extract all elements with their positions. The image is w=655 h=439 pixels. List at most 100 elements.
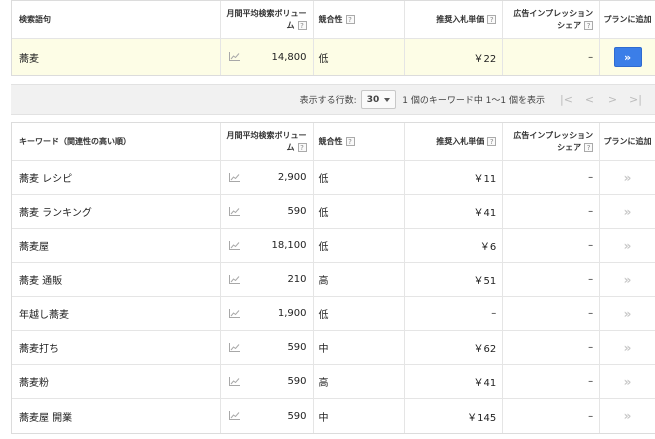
header-competition[interactable]: 競合性? xyxy=(314,1,406,38)
trend-chart-icon[interactable] xyxy=(228,52,240,61)
help-icon[interactable]: ? xyxy=(297,142,307,152)
help-icon[interactable]: ? xyxy=(487,137,497,146)
volume-cell: 590 xyxy=(221,365,314,398)
trend-chart-icon[interactable] xyxy=(228,342,240,352)
trend-chart-icon[interactable] xyxy=(228,274,240,284)
table-row: 年越し蕎麦 1,900 低 – – » xyxy=(12,297,655,331)
help-icon[interactable]: ? xyxy=(345,137,355,146)
bid-cell: – xyxy=(405,297,504,330)
keyword-cell: 蕎麦屋 開業 xyxy=(12,399,221,433)
header-volume[interactable]: 月間平均検索ボリューム? xyxy=(221,1,314,38)
keyword-cell: 蕎麦 xyxy=(12,39,221,75)
keyword-cell: 蕎麦 通販 xyxy=(12,263,221,296)
header-bid[interactable]: 推奨入札単価? xyxy=(405,123,504,160)
add-to-plan-button[interactable]: » xyxy=(600,399,655,433)
volume-cell: 210 xyxy=(221,263,314,296)
header-add-to-plan: プランに追加 xyxy=(603,137,652,146)
trend-chart-icon[interactable] xyxy=(228,240,240,250)
keyword-cell: 蕎麦打ち xyxy=(12,331,221,364)
pagination-summary: 1 個のキーワード中 1〜1 個を表示 xyxy=(402,96,545,106)
keyword-cell: 年越し蕎麦 xyxy=(12,297,221,330)
volume-cell: 14,800 xyxy=(221,39,314,75)
competition-cell: 低 xyxy=(314,195,406,228)
double-chevron-right-icon: » xyxy=(623,50,632,64)
help-icon[interactable]: ? xyxy=(487,15,497,24)
bid-cell: ￥51 xyxy=(405,263,504,296)
table-row: 蕎麦屋 18,100 低 ￥6 – » xyxy=(12,229,655,263)
add-to-plan-button[interactable]: » xyxy=(600,263,655,296)
table-row: 蕎麦打ち 590 中 ￥62 – » xyxy=(12,331,655,365)
keyword-cell: 蕎麦 ランキング xyxy=(12,195,221,228)
competition-cell: 低 xyxy=(314,297,406,330)
header-add-to-plan: プランに追加 xyxy=(603,15,652,24)
double-chevron-right-icon: » xyxy=(623,238,632,253)
ideas-table-header: キーワード（関連性の高い順） 月間平均検索ボリューム? 競合性? 推奨入札単価?… xyxy=(12,123,655,161)
double-chevron-right-icon: » xyxy=(623,170,632,185)
add-to-plan-button[interactable]: » xyxy=(600,365,655,398)
header-impression-share[interactable]: 広告インプレッション シェア? xyxy=(503,1,601,38)
prev-page-button[interactable]: < xyxy=(578,90,601,109)
double-chevron-right-icon: » xyxy=(623,409,632,423)
keyword-cell: 蕎麦粉 xyxy=(12,365,221,398)
bid-cell: ￥41 xyxy=(405,365,504,398)
help-icon[interactable]: ? xyxy=(297,20,307,30)
competition-cell: 低 xyxy=(314,39,406,75)
share-cell: – xyxy=(503,399,601,433)
help-icon[interactable]: ? xyxy=(584,142,594,152)
volume-cell: 590 xyxy=(221,195,314,228)
share-cell: – xyxy=(503,195,601,228)
competition-cell: 低 xyxy=(314,161,406,194)
trend-chart-icon[interactable] xyxy=(228,206,240,216)
keyword-cell: 蕎麦屋 xyxy=(12,229,221,262)
trend-chart-icon[interactable] xyxy=(228,411,240,420)
volume-cell: 1,900 xyxy=(221,297,314,330)
double-chevron-right-icon: » xyxy=(623,340,632,355)
add-cell: » xyxy=(600,39,655,75)
first-page-button[interactable]: |< xyxy=(555,90,578,109)
volume-cell: 18,100 xyxy=(221,229,314,262)
bid-cell: ￥22 xyxy=(405,39,504,75)
add-to-plan-button[interactable]: » xyxy=(613,47,642,67)
header-competition[interactable]: 競合性? xyxy=(314,123,406,160)
competition-cell: 中 xyxy=(314,331,406,364)
header-query-keyword: 検索語句 xyxy=(12,1,221,38)
share-cell: – xyxy=(503,263,601,296)
double-chevron-right-icon: » xyxy=(623,272,632,287)
trend-chart-icon[interactable] xyxy=(228,376,240,386)
volume-cell: 590 xyxy=(221,331,314,364)
double-chevron-right-icon: » xyxy=(623,374,632,389)
add-to-plan-button[interactable]: » xyxy=(600,161,655,194)
competition-cell: 高 xyxy=(314,263,406,296)
table-row: 蕎麦 レシピ 2,900 低 ￥11 – » xyxy=(12,161,655,195)
rows-per-page-label: 表示する行数: xyxy=(299,96,357,106)
trend-chart-icon[interactable] xyxy=(228,308,240,318)
bid-cell: ￥6 xyxy=(405,229,504,262)
competition-cell: 高 xyxy=(314,365,406,398)
last-page-button[interactable]: >| xyxy=(624,90,647,109)
share-cell: – xyxy=(503,331,601,364)
volume-cell: 2,900 xyxy=(221,161,314,194)
add-to-plan-button[interactable]: » xyxy=(600,297,655,330)
rows-per-page-select[interactable]: 30 xyxy=(360,90,397,109)
caret-down-icon xyxy=(384,97,391,102)
help-icon[interactable]: ? xyxy=(584,20,594,30)
header-volume[interactable]: 月間平均検索ボリューム? xyxy=(221,123,314,160)
table-row: 蕎麦屋 開業 590 中 ￥145 – » xyxy=(12,399,655,433)
trend-chart-icon[interactable] xyxy=(228,172,240,182)
header-impression-share[interactable]: 広告インプレッション シェア? xyxy=(503,123,601,160)
share-cell: – xyxy=(503,297,601,330)
keyword-ideas-table: キーワード（関連性の高い順） 月間平均検索ボリューム? 競合性? 推奨入札単価?… xyxy=(11,122,655,434)
next-page-button[interactable]: > xyxy=(601,90,624,109)
add-to-plan-button[interactable]: » xyxy=(600,195,655,228)
header-ideas-keyword[interactable]: キーワード（関連性の高い順） xyxy=(12,123,221,160)
add-to-plan-button[interactable]: » xyxy=(600,229,655,262)
header-bid[interactable]: 推奨入札単価? xyxy=(405,1,504,38)
volume-cell: 590 xyxy=(221,399,314,433)
pagination-bar: 表示する行数: 30 1 個のキーワード中 1〜1 個を表示 |< < > >| xyxy=(11,84,655,115)
help-icon[interactable]: ? xyxy=(345,15,355,24)
share-cell: – xyxy=(503,365,601,398)
share-cell: – xyxy=(503,229,601,262)
table-row: 蕎麦粉 590 高 ￥41 – » xyxy=(12,365,655,399)
query-table-header: 検索語句 月間平均検索ボリューム? 競合性? 推奨入札単価? 広告インプレッショ… xyxy=(12,1,655,39)
add-to-plan-button[interactable]: » xyxy=(600,331,655,364)
